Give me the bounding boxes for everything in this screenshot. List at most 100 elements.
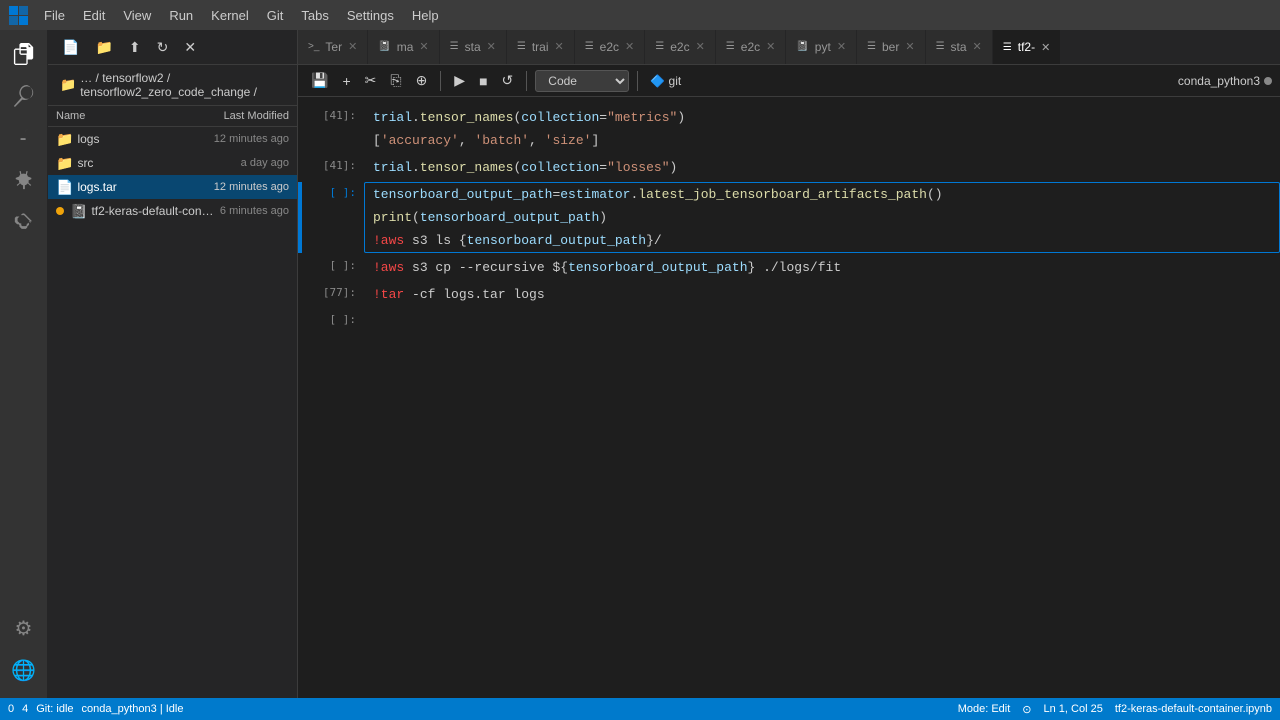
cell-type-selector[interactable]: Code Markdown Raw xyxy=(535,70,629,92)
sidebar-toolbar: 📄 📁 ⬆ ↻ ✕ xyxy=(48,30,297,65)
cell-code: trial.tensor_names(collection="losses") xyxy=(365,156,1279,179)
menu-settings[interactable]: Settings xyxy=(339,5,402,26)
tab-close-tf2[interactable]: ✕ xyxy=(1041,41,1050,54)
activity-bar: ⚙ 🌐 xyxy=(0,30,48,698)
activity-extensions[interactable] xyxy=(4,202,44,242)
file-name: tf2-keras-default-container.ipynb xyxy=(91,204,215,218)
activity-source-control[interactable] xyxy=(4,118,44,158)
tab-ber[interactable]: ☰ ber ✕ xyxy=(857,30,926,64)
cell-gutter: [ ]: xyxy=(304,309,364,334)
tab-e2c2[interactable]: ☰ e2c ✕ xyxy=(645,30,716,64)
cut-button[interactable]: ✂ xyxy=(360,69,382,92)
git-label: 🔷 git xyxy=(646,74,685,88)
activity-settings[interactable]: ⚙ xyxy=(4,608,44,648)
cell-code-line1: tensorboard_output_path=estimator.latest… xyxy=(365,183,1279,206)
cell-input-area[interactable]: !tar -cf logs.tar logs xyxy=(364,282,1280,307)
file-item-logs[interactable]: 📁 logs 12 minutes ago xyxy=(48,127,297,151)
tab-close-e2c1[interactable]: ✕ xyxy=(625,40,634,53)
stop-button[interactable]: ■ xyxy=(474,70,492,92)
breadcrumb: 📁 … / tensorflow2 / tensorflow2_zero_cod… xyxy=(48,65,297,106)
paste-button[interactable]: ⊕ xyxy=(411,69,433,92)
app-logo xyxy=(8,5,28,25)
clear-button[interactable]: ✕ xyxy=(178,35,202,60)
warning-count[interactable]: 4 xyxy=(22,703,28,715)
file-explorer: 📁 logs 12 minutes ago 📁 src a day ago 📄 … xyxy=(48,127,297,698)
activity-explorer[interactable] xyxy=(4,34,44,74)
tab-ma[interactable]: 📓 ma ✕ xyxy=(368,30,439,64)
file-item-logs-tar[interactable]: 📄 logs.tar 12 minutes ago xyxy=(48,175,297,199)
tab-close-ma[interactable]: ✕ xyxy=(419,40,428,53)
menu-git[interactable]: Git xyxy=(259,5,292,26)
separator xyxy=(440,71,441,91)
cell-active: [ ]: tensorboard_output_path=estimator.l… xyxy=(298,182,1280,253)
file-item-ipynb[interactable]: 📓 tf2-keras-default-container.ipynb 6 mi… xyxy=(48,199,297,223)
activity-bar-bottom: ⚙ 🌐 xyxy=(4,608,44,698)
tab-close-e2c3[interactable]: ✕ xyxy=(766,40,775,53)
restart-button[interactable]: ↺ xyxy=(497,69,519,92)
security-icon: ⊙ xyxy=(1022,703,1031,716)
cell-gutter: [41]: xyxy=(304,155,364,180)
cell-input-area[interactable]: !aws s3 cp --recursive ${tensorboard_out… xyxy=(364,255,1280,280)
file-item-src[interactable]: 📁 src a day ago xyxy=(48,151,297,175)
tab-sta[interactable]: ☰ sta ✕ xyxy=(440,30,507,64)
kernel-status-dot xyxy=(1264,77,1272,85)
tab-trai[interactable]: ☰ trai ✕ xyxy=(507,30,575,64)
refresh-button[interactable]: ↻ xyxy=(151,35,175,60)
statusbar-right: Mode: Edit ⊙ Ln 1, Col 25 tf2-keras-defa… xyxy=(958,703,1272,716)
tab-e2c3[interactable]: ☰ e2c ✕ xyxy=(716,30,787,64)
folder-icon: 📁 xyxy=(56,155,73,172)
cell-code-line2: print(tensorboard_output_path) xyxy=(365,206,1279,229)
menu-view[interactable]: View xyxy=(115,5,159,26)
error-count[interactable]: 0 xyxy=(8,703,14,715)
tab-close-ter[interactable]: ✕ xyxy=(348,40,357,53)
activity-account[interactable]: 🌐 xyxy=(4,650,44,690)
menu-run[interactable]: Run xyxy=(161,5,201,26)
menu-kernel[interactable]: Kernel xyxy=(203,5,257,26)
copy-button[interactable]: ⎘ xyxy=(385,69,406,92)
save-button[interactable]: 💾 xyxy=(306,69,333,92)
activity-debug[interactable] xyxy=(4,160,44,200)
cell-input-area-active[interactable]: tensorboard_output_path=estimator.latest… xyxy=(364,182,1280,253)
add-cell-button[interactable]: + xyxy=(337,70,355,92)
kernel-status: conda_python3 | Idle xyxy=(82,703,184,715)
cell-input-area[interactable] xyxy=(364,309,1280,334)
menu-file[interactable]: File xyxy=(36,5,73,26)
tab-ter[interactable]: >_ Ter ✕ xyxy=(298,30,368,64)
tab-close-e2c2[interactable]: ✕ xyxy=(696,40,705,53)
cell-code: !tar -cf logs.tar logs xyxy=(365,283,1279,306)
tab-pyth[interactable]: 📓 pyt ✕ xyxy=(786,30,857,64)
tab-close-sta[interactable]: ✕ xyxy=(487,40,496,53)
menu-help[interactable]: Help xyxy=(404,5,447,26)
cell-cp: [ ]: !aws s3 cp --recursive ${tensorboar… xyxy=(298,255,1280,280)
breadcrumb-path: … / tensorflow2 / tensorflow2_zero_code_… xyxy=(80,71,285,99)
tab-e2c1[interactable]: ☰ e2c ✕ xyxy=(575,30,646,64)
cell-bar-active xyxy=(298,182,302,253)
new-folder-button[interactable]: 📁 xyxy=(89,35,118,60)
cell-input-area[interactable]: trial.tensor_names(collection="losses") xyxy=(364,155,1280,180)
file-icon: 📄 xyxy=(56,179,73,196)
run-button[interactable]: ▶ xyxy=(449,69,470,92)
file-name: src xyxy=(77,156,236,170)
cell-gutter: [ ]: xyxy=(304,255,364,280)
cursor-position: Ln 1, Col 25 xyxy=(1044,703,1103,715)
tab-close-sta2[interactable]: ✕ xyxy=(973,40,982,53)
notebook-toolbar: 💾 + ✂ ⎘ ⊕ ▶ ■ ↺ Code Markdown Raw 🔷 git … xyxy=(298,65,1280,97)
menu-edit[interactable]: Edit xyxy=(75,5,113,26)
kernel-name: conda_python3 xyxy=(1178,74,1260,88)
editor-area: >_ Ter ✕ 📓 ma ✕ ☰ sta ✕ ☰ trai ✕ ☰ e2c xyxy=(298,30,1280,698)
cell-input-area[interactable]: trial.tensor_names(collection="metrics")… xyxy=(364,105,1280,153)
tab-close-pyth[interactable]: ✕ xyxy=(837,40,846,53)
cell-empty: [ ]: xyxy=(298,309,1280,334)
active-filename: tf2-keras-default-container.ipynb xyxy=(1115,703,1272,715)
git-status: Git: idle xyxy=(36,703,73,715)
tab-close-ber[interactable]: ✕ xyxy=(905,40,914,53)
tab-tf2[interactable]: ☰ tf2- ✕ xyxy=(993,30,1062,64)
upload-button[interactable]: ⬆ xyxy=(123,35,147,60)
activity-search[interactable] xyxy=(4,76,44,116)
new-file-button[interactable]: 📄 xyxy=(56,35,85,60)
tab-sta2[interactable]: ☰ sta ✕ xyxy=(926,30,993,64)
statusbar-left: 0 4 Git: idle conda_python3 | Idle xyxy=(8,703,184,715)
cell-code-empty xyxy=(365,310,1279,333)
tab-close-trai[interactable]: ✕ xyxy=(554,40,563,53)
menu-tabs[interactable]: Tabs xyxy=(293,5,336,26)
